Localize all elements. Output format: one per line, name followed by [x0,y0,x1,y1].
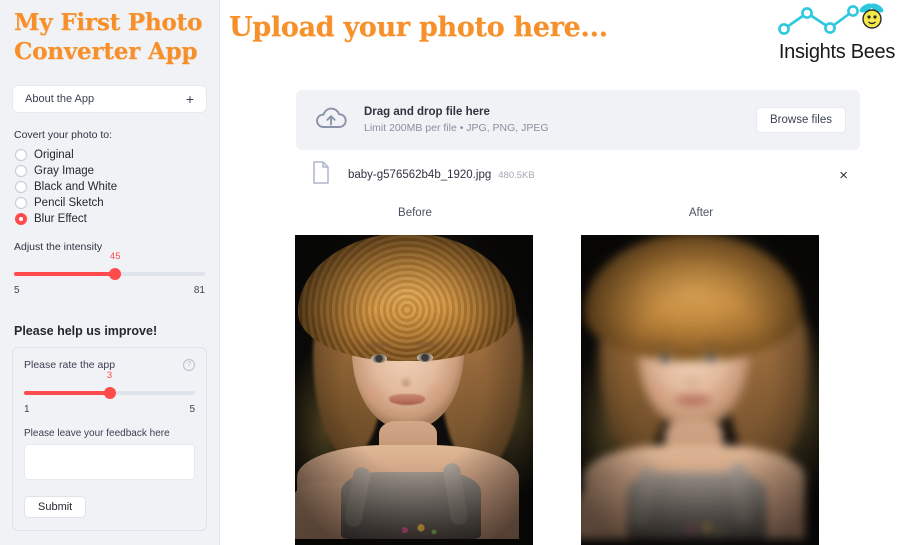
radio-option-blur-effect[interactable]: Blur Effect [12,211,207,227]
rating-slider-value: 3 [106,370,113,381]
radio-label: Black and White [34,181,118,193]
intensity-slider[interactable]: 45 [14,251,205,282]
radio-dot-icon [15,197,27,209]
radio-dot-icon [15,181,27,193]
after-photo [581,235,819,545]
dropzone-main-text: Drag and drop file here [364,106,490,118]
about-the-app-expander[interactable]: About the App + [12,85,207,113]
radio-option-pencil-sketch[interactable]: Pencil Sketch [12,195,207,211]
page-title: Upload your photo here... [229,12,608,43]
radio-dot-icon [15,165,27,177]
photo-gap [533,235,581,545]
file-size: 480.5KB [498,169,535,181]
submit-button[interactable]: Submit [24,496,87,518]
feedback-text-label: Please leave your feedback here [24,428,170,439]
rating-slider-block: 3 1 5 [24,370,195,415]
improve-section-title: Please help us improve! [14,324,158,338]
radio-option-original[interactable]: Original [12,147,207,163]
help-circle-icon[interactable]: ? [183,359,195,371]
file-icon [312,161,334,189]
remove-file-icon[interactable]: × [839,168,848,183]
app-root: My First Photo Converter App About the A… [0,0,920,545]
before-label: Before [398,207,432,219]
dropzone-texts: Drag and drop file here Limit 200MB per … [364,106,756,134]
main-header: Upload your photo here... Insights Bees [220,0,920,66]
browse-files-button[interactable]: Browse files [756,107,846,133]
slider-max-label: 81 [193,285,205,296]
slider-min-label: 1 [24,404,30,415]
intensity-slider-value: 45 [109,251,121,262]
slider-thumb[interactable] [103,387,116,399]
convert-options-group: Original Gray Image Black and White Penc… [12,147,207,227]
slider-max-label: 5 [189,404,195,415]
comparison-labels: Before After [296,207,860,219]
plus-icon: + [185,91,194,107]
app-title: My First Photo Converter App [14,9,203,65]
photo-comparison [295,235,819,545]
intensity-slider-block: Adjust the intensity 45 5 81 [12,241,207,296]
slider-fill [24,391,110,395]
radio-option-black-and-white[interactable]: Black and White [12,179,207,195]
rate-app-label: Please rate the app [24,359,116,371]
radio-dot-selected-icon [15,213,27,225]
insights-bees-logo: Insights Bees [774,2,900,63]
convert-options-label: Covert your photo to: [14,129,113,141]
rating-slider-range: 1 5 [24,404,195,415]
radio-label: Gray Image [34,165,95,177]
dropzone-sub-text: Limit 200MB per file • JPG, PNG, JPEG [364,122,549,134]
radio-dot-icon [15,149,27,161]
uploaded-file-row: baby-g576562b4b_1920.jpg 480.5KB × [296,158,860,192]
radio-label: Pencil Sketch [34,197,104,209]
after-label: After [688,207,714,219]
slider-min-label: 5 [14,285,20,296]
feedback-textarea[interactable] [24,444,195,480]
file-dropzone[interactable]: Drag and drop file here Limit 200MB per … [296,90,860,150]
before-photo [295,235,533,545]
logo-chart-bee-icon [778,3,884,35]
radio-label: Original [34,149,74,161]
radio-label: Blur Effect [34,213,87,225]
intensity-slider-range: 5 81 [14,285,205,296]
file-name: baby-g576562b4b_1920.jpg [348,169,492,181]
main-content: Upload your photo here... Insights Bees [220,0,920,545]
slider-fill [14,272,116,276]
radio-option-gray-image[interactable]: Gray Image [12,163,207,179]
label-gap [534,207,582,219]
rating-slider[interactable]: 3 [24,370,195,401]
logo-text: Insights Bees [778,41,896,63]
slider-thumb[interactable] [109,268,122,280]
expander-label: About the App [25,93,95,105]
sidebar: My First Photo Converter App About the A… [0,0,220,545]
feedback-form: Please rate the app ? 3 1 5 Please leave… [12,347,207,531]
cloud-upload-icon [314,105,352,136]
